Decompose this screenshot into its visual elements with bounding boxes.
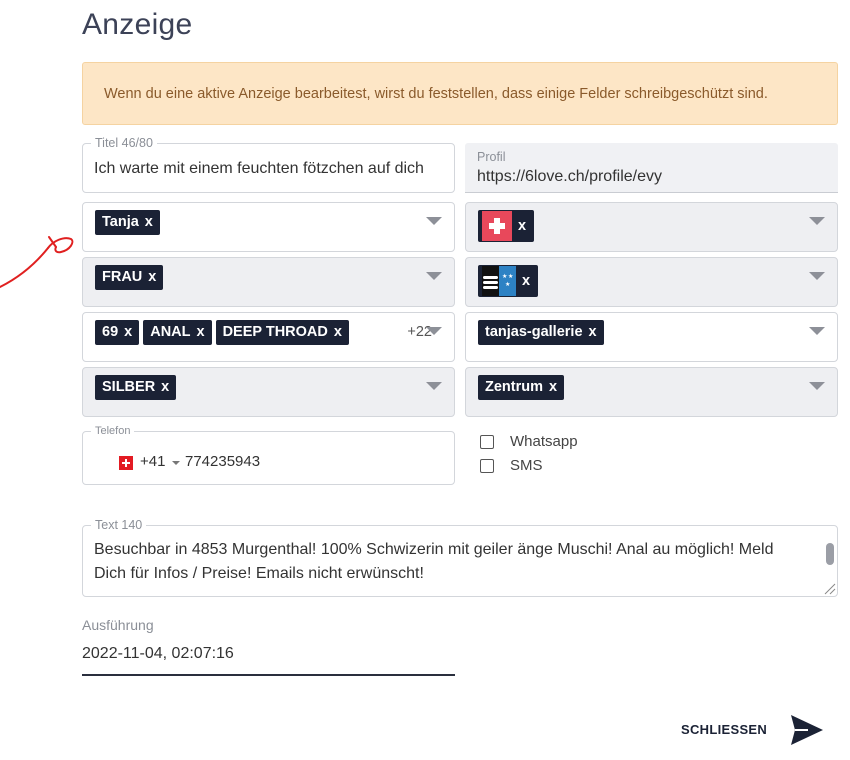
execution-value: 2022-11-04, 02:07:16 (82, 645, 234, 662)
level-select[interactable]: SILBER x (82, 367, 455, 417)
alert-text: Wenn du eine aktive Anzeige bearbeitest,… (104, 85, 768, 102)
resize-handle-icon[interactable] (822, 581, 836, 595)
sms-option[interactable]: SMS (480, 457, 543, 474)
chip-area: Zentrum x (478, 375, 565, 400)
dropdown-arrow-icon[interactable] (809, 327, 825, 335)
title-field[interactable]: Titel 46/80 Ich warte mit einem feuchten… (82, 136, 455, 193)
phone-legend: Telefon (91, 425, 135, 437)
chip-service: ANAL x (143, 320, 212, 345)
chip-level: SILBER x (95, 375, 177, 400)
dropdown-arrow-icon[interactable] (809, 382, 825, 390)
readonly-info-alert: Wenn du eine aktive Anzeige bearbeitest,… (82, 62, 838, 125)
chip-remove-button[interactable]: x (549, 375, 557, 400)
chip-canton: ★ ★ ★ x (478, 265, 539, 297)
dropdown-arrow-icon[interactable] (426, 217, 442, 225)
whatsapp-checkbox[interactable] (480, 434, 494, 449)
chip-remove-button[interactable]: x (148, 265, 156, 290)
execution-underline (82, 674, 455, 676)
chip-remove-button[interactable]: x (518, 210, 526, 242)
text-legend: Text 140 (91, 518, 147, 532)
sms-checkbox[interactable] (480, 458, 494, 473)
canton-select[interactable]: ★ ★ ★ x (465, 257, 838, 307)
profile-url: https://6love.ch/profile/evy (477, 168, 662, 185)
chip-remove-button[interactable]: x (145, 210, 153, 235)
chip-remove-button[interactable]: x (589, 320, 597, 345)
chip-remove-button[interactable]: x (334, 320, 342, 345)
chip-remove-button[interactable]: x (522, 265, 530, 297)
dropdown-arrow-icon[interactable] (809, 217, 825, 225)
scrollbar-thumb[interactable] (826, 543, 834, 565)
profile-label: Profil (477, 150, 506, 164)
gallery-select[interactable]: tanjas-gallerie x (465, 312, 838, 362)
name-select[interactable]: Tanja x (82, 202, 455, 252)
close-button[interactable]: SCHLIESSEN (681, 722, 767, 737)
country-code[interactable]: +41 (140, 453, 165, 470)
country-select[interactable]: x (465, 202, 838, 252)
red-annotation-arrow-icon (0, 236, 74, 288)
chip-name: Tanja x (95, 210, 160, 235)
phone-field[interactable]: Telefon +41 774235943 (82, 425, 455, 485)
profile-field: Profil https://6love.ch/profile/evy (465, 143, 838, 193)
chip-country: x (478, 210, 535, 242)
chip-gallery: tanjas-gallerie x (478, 320, 604, 345)
text-field[interactable]: Text 140 Besuchbar in 4853 Murgenthal! 1… (82, 518, 838, 597)
title-field-legend: Titel 46/80 (91, 136, 157, 150)
page-title: Anzeige (82, 8, 193, 41)
sms-label: SMS (510, 457, 543, 474)
services-select[interactable]: 69 x ANAL x DEEP THROAD x +22 (82, 312, 455, 362)
chip-remove-button[interactable]: x (161, 375, 169, 400)
chevron-down-icon[interactable] (172, 461, 180, 465)
chip-service: DEEP THROAD x (215, 320, 349, 345)
dropdown-arrow-icon[interactable] (426, 382, 442, 390)
dropdown-arrow-icon[interactable] (809, 272, 825, 280)
text-textarea[interactable]: Besuchbar in 4853 Murgenthal! 100% Schwi… (94, 538, 799, 586)
execution-label: Ausführung (82, 617, 154, 633)
gender-select[interactable]: FRAU x (82, 257, 455, 307)
chip-remove-button[interactable]: x (124, 320, 132, 345)
switzerland-flag-icon[interactable] (119, 456, 133, 470)
dropdown-arrow-icon[interactable] (426, 272, 442, 280)
switzerland-flag-icon (482, 211, 512, 241)
dropdown-arrow-icon[interactable] (426, 327, 442, 335)
area-select[interactable]: Zentrum x (465, 367, 838, 417)
title-input[interactable]: Ich warte mit einem feuchten fötzchen au… (94, 160, 424, 178)
chip-service: 69 x (95, 320, 140, 345)
chip-gender: FRAU x (95, 265, 164, 290)
chip-remove-button[interactable]: x (197, 320, 205, 345)
whatsapp-label: Whatsapp (510, 433, 578, 450)
send-icon[interactable] (790, 714, 824, 746)
whatsapp-option[interactable]: Whatsapp (480, 433, 578, 450)
aargau-flag-icon: ★ ★ ★ (482, 266, 516, 296)
phone-number-input[interactable]: 774235943 (185, 453, 260, 470)
